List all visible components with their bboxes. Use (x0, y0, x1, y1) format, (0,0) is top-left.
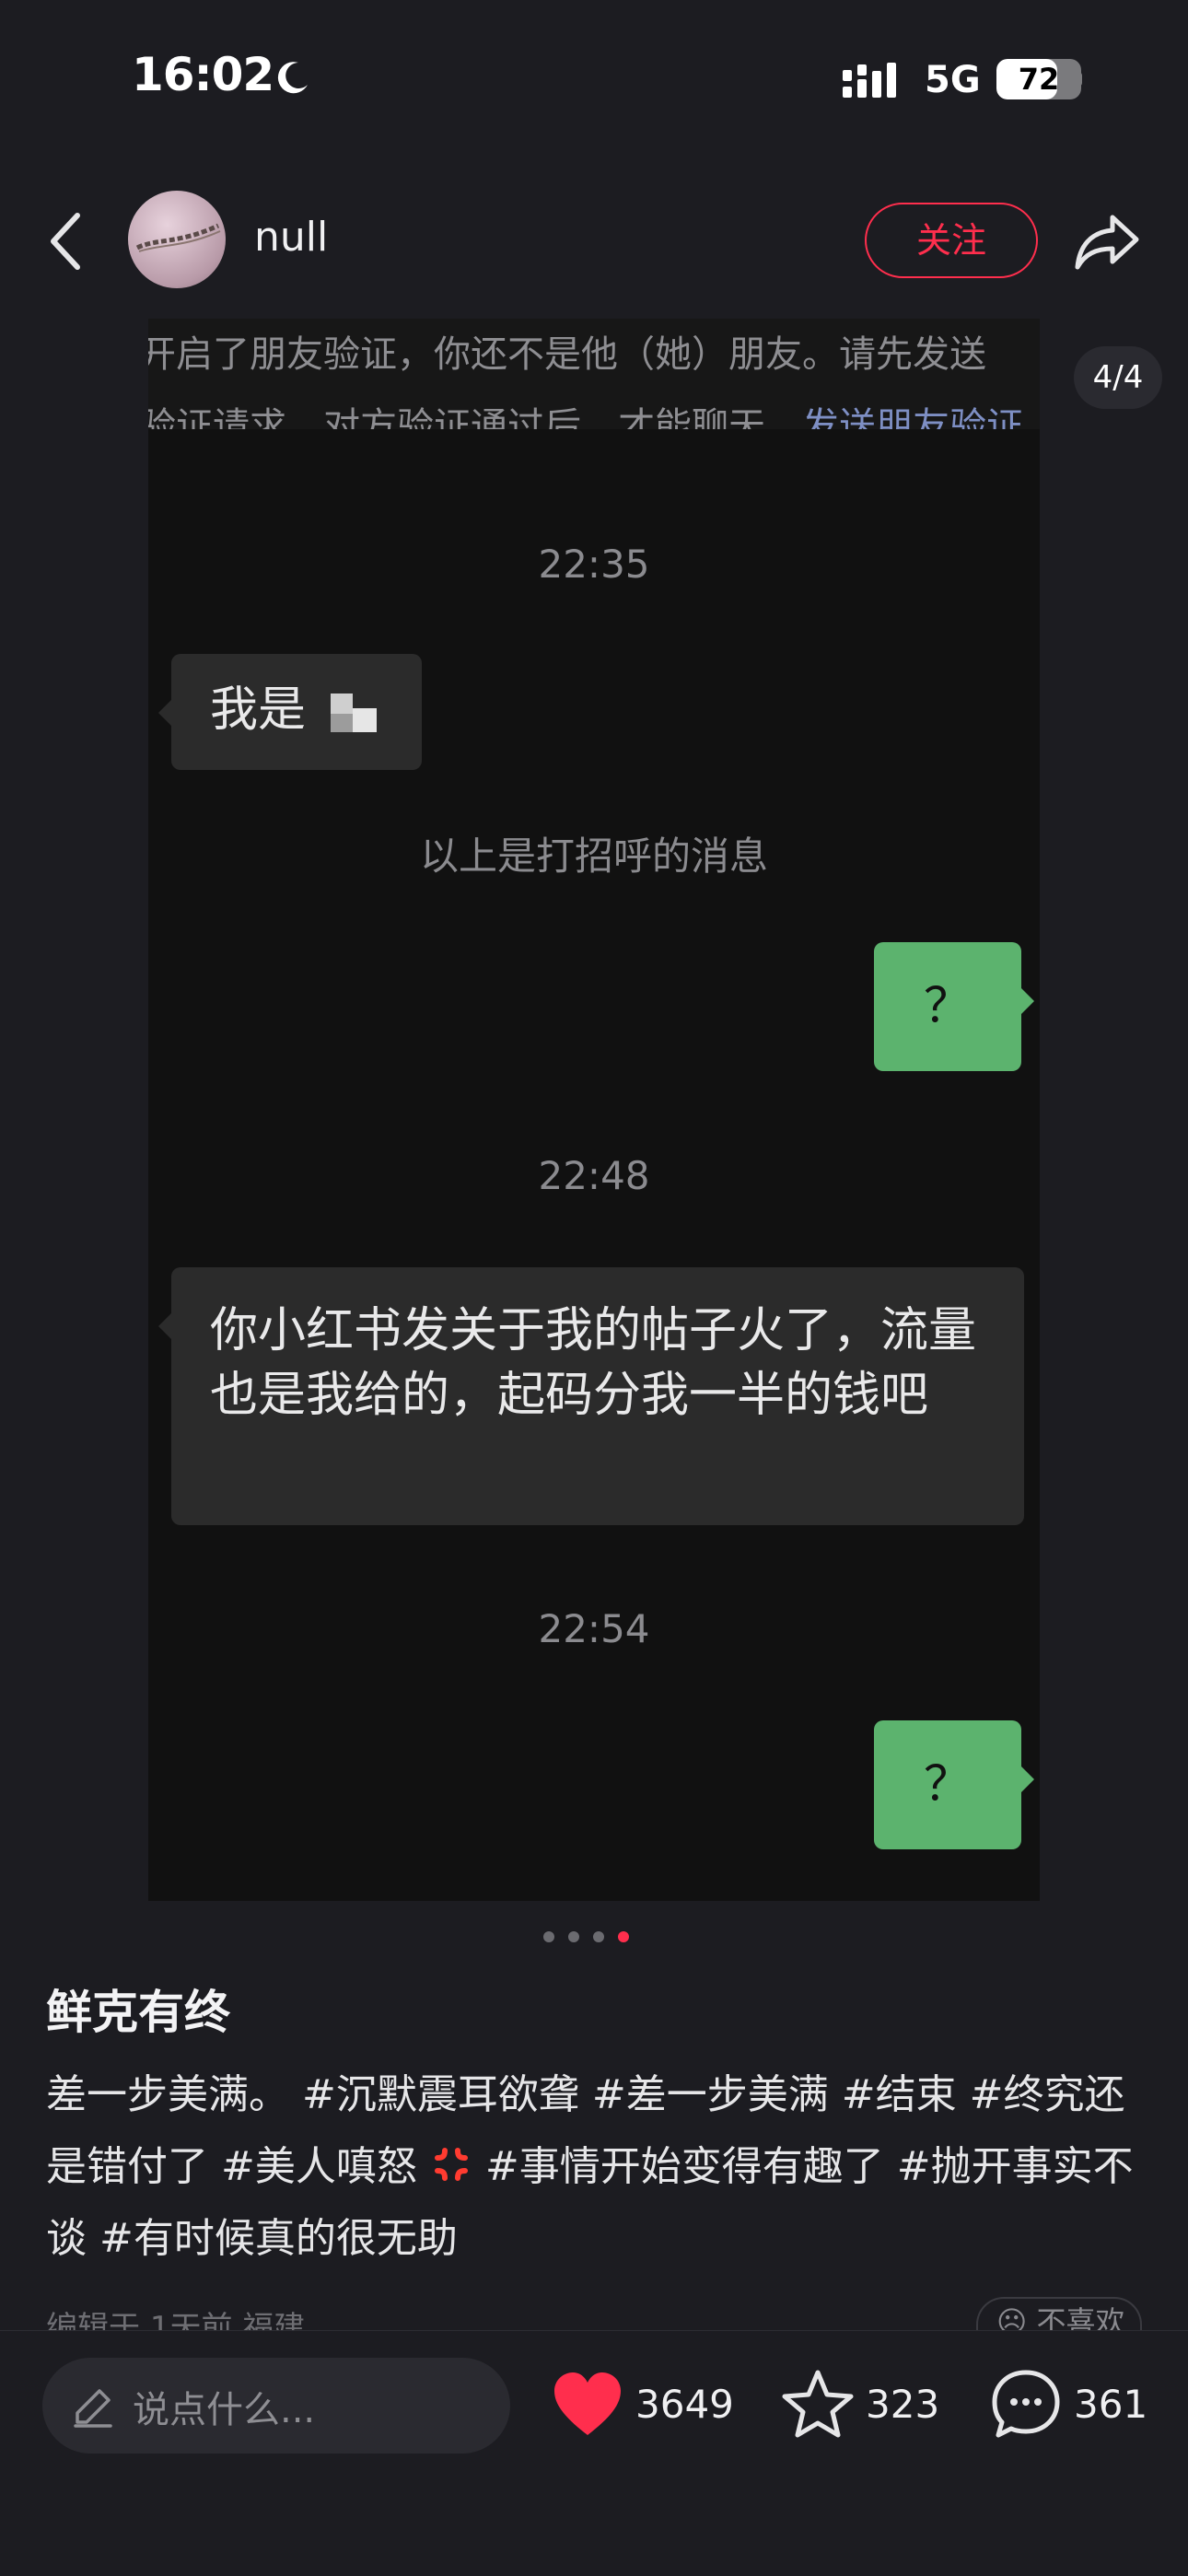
timestamp: 22:54 (538, 1606, 650, 1651)
notice-line-1: 开启了朋友验证，你还不是他（她）朋友。请先发送 (148, 333, 986, 376)
battery-tip (1075, 72, 1082, 87)
timestamp: 22:35 (538, 542, 650, 587)
timestamp: 22:48 (538, 1153, 650, 1198)
post-body: 差一步美满。 #沉默震耳欲聋 #差一步美满 #结束 #终究还是错付了 #美人嗔怒… (46, 2059, 1142, 2275)
carousel-dot (568, 1931, 579, 1942)
back-arrow-icon[interactable] (37, 204, 96, 278)
comment-icon[interactable] (989, 2367, 1063, 2441)
hashtag[interactable]: #美人嗔怒 (221, 2143, 417, 2190)
censor-mosaic (330, 690, 380, 736)
hashtag[interactable]: #差一步美满 (592, 2071, 829, 2118)
comment-placeholder[interactable]: 说点什么... (133, 2380, 315, 2433)
hashtag[interactable]: #事情开始变得有趣了 (485, 2143, 884, 2190)
username[interactable]: null (254, 214, 328, 261)
avatar-image (135, 223, 221, 252)
signal-icon (843, 63, 896, 98)
carousel-dots (543, 1929, 643, 1943)
network-type: 5G (925, 59, 981, 101)
friend-verify-notice: 开启了朋友验证，你还不是他（她）朋友。请先发送 验证请求，对方验证通过后，才能聊… (148, 319, 1040, 429)
send-verify-link[interactable]: 发送朋友验证 (802, 405, 1023, 429)
pencil-icon (74, 2389, 112, 2428)
hashtag[interactable]: #沉默震耳欲聋 (302, 2071, 579, 2118)
post-text: 差一步美满。 (46, 2071, 289, 2118)
like-count: 3649 (635, 2382, 734, 2427)
page-indicator: 4/4 (1074, 346, 1162, 409)
post-image[interactable]: 开启了朋友验证，你还不是他（她）朋友。请先发送 验证请求，对方验证通过后，才能聊… (148, 319, 1040, 1901)
star-icon[interactable] (781, 2367, 855, 2441)
follow-button[interactable]: 关注 (865, 203, 1038, 278)
moon-icon (277, 62, 308, 94)
incoming-message: 你小红书发关于我的帖子火了，流量也是我给的，起码分我一半的钱吧 (158, 1267, 1024, 1525)
comment-count: 361 (1074, 2382, 1148, 2427)
collect-count: 323 (866, 2382, 940, 2427)
dislike-label: 不喜欢 (1036, 2304, 1125, 2330)
notice-text: 验证请求，对方验证通过后，才能聊天。 (148, 405, 802, 429)
heart-icon[interactable] (551, 2369, 624, 2442)
incoming-message: 我是 (158, 654, 422, 770)
carousel-dot (593, 1931, 604, 1942)
dislike-button[interactable]: ☹ 不喜欢 (976, 2297, 1142, 2330)
post-meta: 编辑于 1天前 福建 (46, 2310, 306, 2330)
share-icon[interactable] (1070, 204, 1144, 278)
avatar[interactable] (128, 191, 226, 288)
notice-line-2: 验证请求，对方验证通过后，才能聊天。发送朋友验证 (148, 390, 1040, 429)
message-text: 我是 (210, 682, 307, 738)
battery-percent: 72 (1018, 62, 1060, 97)
status-time: 16:02 (132, 48, 274, 101)
greeting-hint: 以上是打招呼的消息 (419, 833, 768, 879)
dislike-icon: ☹ (996, 2304, 1028, 2330)
post-title: 鲜克有终 (46, 1986, 230, 2039)
carousel-dot (543, 1931, 554, 1942)
outgoing-message: ？ (874, 1720, 1034, 1849)
anger-emoji-icon (434, 2148, 468, 2181)
hashtag[interactable]: #结束 (842, 2071, 957, 2118)
hashtag[interactable]: #有时候真的很无助 (99, 2215, 458, 2262)
carousel-dot (618, 1931, 629, 1942)
outgoing-message: ？ (874, 942, 1034, 1071)
battery-icon: 72 (996, 59, 1081, 99)
